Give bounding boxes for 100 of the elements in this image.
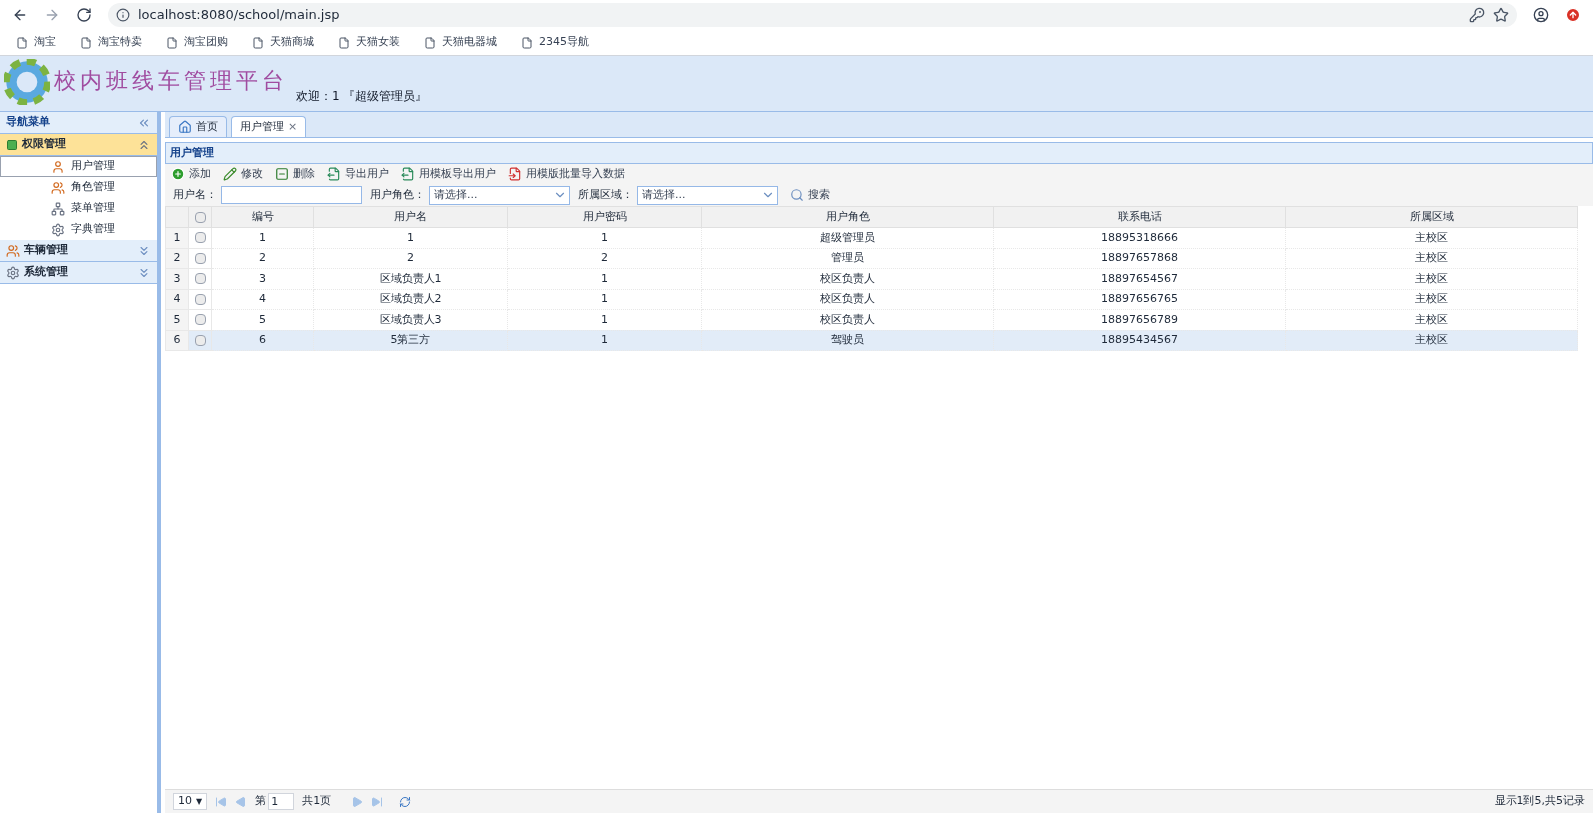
home-icon	[178, 120, 192, 134]
previous-page-icon[interactable]	[235, 795, 248, 808]
users-icon	[51, 180, 65, 195]
page-icon	[521, 36, 533, 49]
bookmark[interactable]: 天猫商城	[248, 34, 318, 51]
square-icon	[6, 138, 18, 151]
row-checkbox[interactable]	[194, 334, 206, 346]
column-header[interactable]: 所属区域	[1285, 206, 1578, 228]
table-cell: 6	[211, 330, 314, 351]
profile-icon[interactable]	[1533, 7, 1549, 23]
table-row[interactable]: 2 2 2 2 管理员 18897657868 主校区	[165, 248, 1578, 269]
star-icon[interactable]	[1493, 7, 1509, 23]
toolbar-button[interactable]: 用模版批量导入数据	[506, 165, 627, 183]
table-cell: 驾驶员	[701, 330, 994, 351]
pager-summary: 显示1到5,共5记录	[1494, 793, 1585, 810]
row-checkbox[interactable]	[194, 293, 206, 305]
page-icon	[252, 36, 264, 49]
row-number: 1	[165, 227, 189, 248]
search-button[interactable]: 搜索	[790, 186, 830, 204]
tab[interactable]: 首页	[169, 116, 227, 137]
page-icon	[80, 36, 92, 49]
column-header[interactable]: 编号	[211, 206, 314, 228]
select-field[interactable]: 请选择...	[429, 185, 570, 205]
url-text: localhost:8080/school/main.jsp	[138, 6, 340, 25]
row-checkbox[interactable]	[194, 273, 206, 285]
group-label: 系统管理	[24, 264, 69, 281]
filter-label: 用户角色：	[370, 186, 425, 203]
users-icon	[6, 243, 20, 258]
row-checkbox[interactable]	[194, 232, 206, 244]
toolbar-button[interactable]: 删除	[273, 165, 317, 183]
username-field[interactable]	[221, 186, 362, 204]
bookmark[interactable]: 2345导航	[517, 34, 593, 51]
filter-label: 所属区域：	[578, 186, 633, 203]
menu-item[interactable]: 用户管理	[0, 156, 157, 177]
toolbar-button[interactable]: 用模板导出用户	[399, 165, 498, 183]
table-row[interactable]: 1 1 1 1 超级管理员 18895318666 主校区	[165, 227, 1578, 248]
close-icon[interactable]: ×	[288, 118, 298, 136]
page-icon	[424, 36, 436, 49]
select-all-checkbox[interactable]	[194, 211, 206, 223]
table-cell: 5第三方	[313, 330, 508, 351]
reload-icon[interactable]	[76, 7, 92, 23]
menu-item[interactable]: 字典管理	[0, 219, 157, 240]
tab[interactable]: 用户管理 ×	[231, 116, 307, 137]
menu-group[interactable]: 车辆管理	[0, 240, 157, 262]
table-cell: 2	[313, 248, 508, 269]
column-header[interactable]: 用户密码	[507, 206, 702, 228]
table-row[interactable]: 3 3 区域负责人1 1 校区负责人 18897654567 主校区	[165, 268, 1578, 289]
info-icon	[116, 8, 130, 22]
gear-icon	[6, 265, 20, 280]
menu-item[interactable]: 菜单管理	[0, 198, 157, 219]
table-row[interactable]: 6 6 5第三方 1 驾驶员 18895434567 主校区	[165, 330, 1578, 351]
update-icon[interactable]	[1565, 7, 1581, 23]
last-page-icon[interactable]	[371, 795, 384, 808]
select-field[interactable]: 请选择...	[637, 185, 778, 205]
page-size-select[interactable]: 10 ▼	[173, 793, 208, 810]
key-icon[interactable]	[1469, 7, 1485, 23]
column-header[interactable]: 联系电话	[993, 206, 1286, 228]
row-number: 2	[165, 248, 189, 269]
toolbar-button[interactable]: 导出用户	[325, 165, 391, 183]
site-title: 校内班线车管理平台	[54, 67, 288, 95]
toolbar-button[interactable]: 修改	[221, 165, 265, 183]
row-checkbox[interactable]	[194, 314, 206, 326]
menu-group[interactable]: 权限管理	[0, 134, 157, 156]
toolbar-button[interactable]: 添加	[169, 165, 213, 183]
bookmark[interactable]: 淘宝团购	[162, 34, 232, 51]
table-row[interactable]: 4 4 区域负责人2 1 校区负责人 18897656765 主校区	[165, 289, 1578, 310]
table-row[interactable]: 5 5 区域负责人3 1 校区负责人 18897656789 主校区	[165, 309, 1578, 330]
group-label: 权限管理	[22, 136, 67, 153]
first-page-icon[interactable]	[215, 795, 228, 808]
bookmark[interactable]: 天猫女装	[334, 34, 404, 51]
export-icon	[327, 167, 341, 181]
menu-item[interactable]: 角色管理	[0, 177, 157, 198]
bookmark[interactable]: 天猫电器城	[420, 34, 501, 51]
column-header[interactable]: 用户名	[313, 206, 508, 228]
panel-title: 用户管理	[170, 144, 214, 161]
address-bar[interactable]: localhost:8080/school/main.jsp	[108, 3, 1517, 27]
refresh-icon[interactable]	[399, 795, 412, 808]
total-pages: 共1页	[302, 793, 332, 810]
table-cell: 区域负责人2	[313, 289, 508, 310]
gear-icon	[51, 222, 65, 237]
table-cell: 主校区	[1285, 248, 1578, 269]
next-page-icon[interactable]	[351, 795, 364, 808]
page-label: 第	[255, 793, 267, 810]
table-cell: 1	[507, 330, 702, 351]
minus-icon	[275, 167, 289, 181]
table-cell: 管理员	[701, 248, 994, 269]
table-cell: 主校区	[1285, 289, 1578, 310]
bookmark[interactable]: 淘宝特卖	[76, 34, 146, 51]
menu-group[interactable]: 系统管理	[0, 262, 157, 284]
bookmark[interactable]: 淘宝	[12, 34, 60, 51]
page-icon	[338, 36, 350, 49]
forward-icon[interactable]	[44, 7, 60, 23]
table-cell: 4	[211, 289, 314, 310]
row-number: 6	[165, 330, 189, 351]
back-icon[interactable]	[12, 7, 28, 23]
page-field[interactable]: 1	[268, 793, 295, 810]
row-checkbox[interactable]	[194, 252, 206, 264]
row-number: 3	[165, 268, 189, 289]
table-cell: 1	[507, 289, 702, 310]
column-header[interactable]: 用户角色	[701, 206, 994, 228]
